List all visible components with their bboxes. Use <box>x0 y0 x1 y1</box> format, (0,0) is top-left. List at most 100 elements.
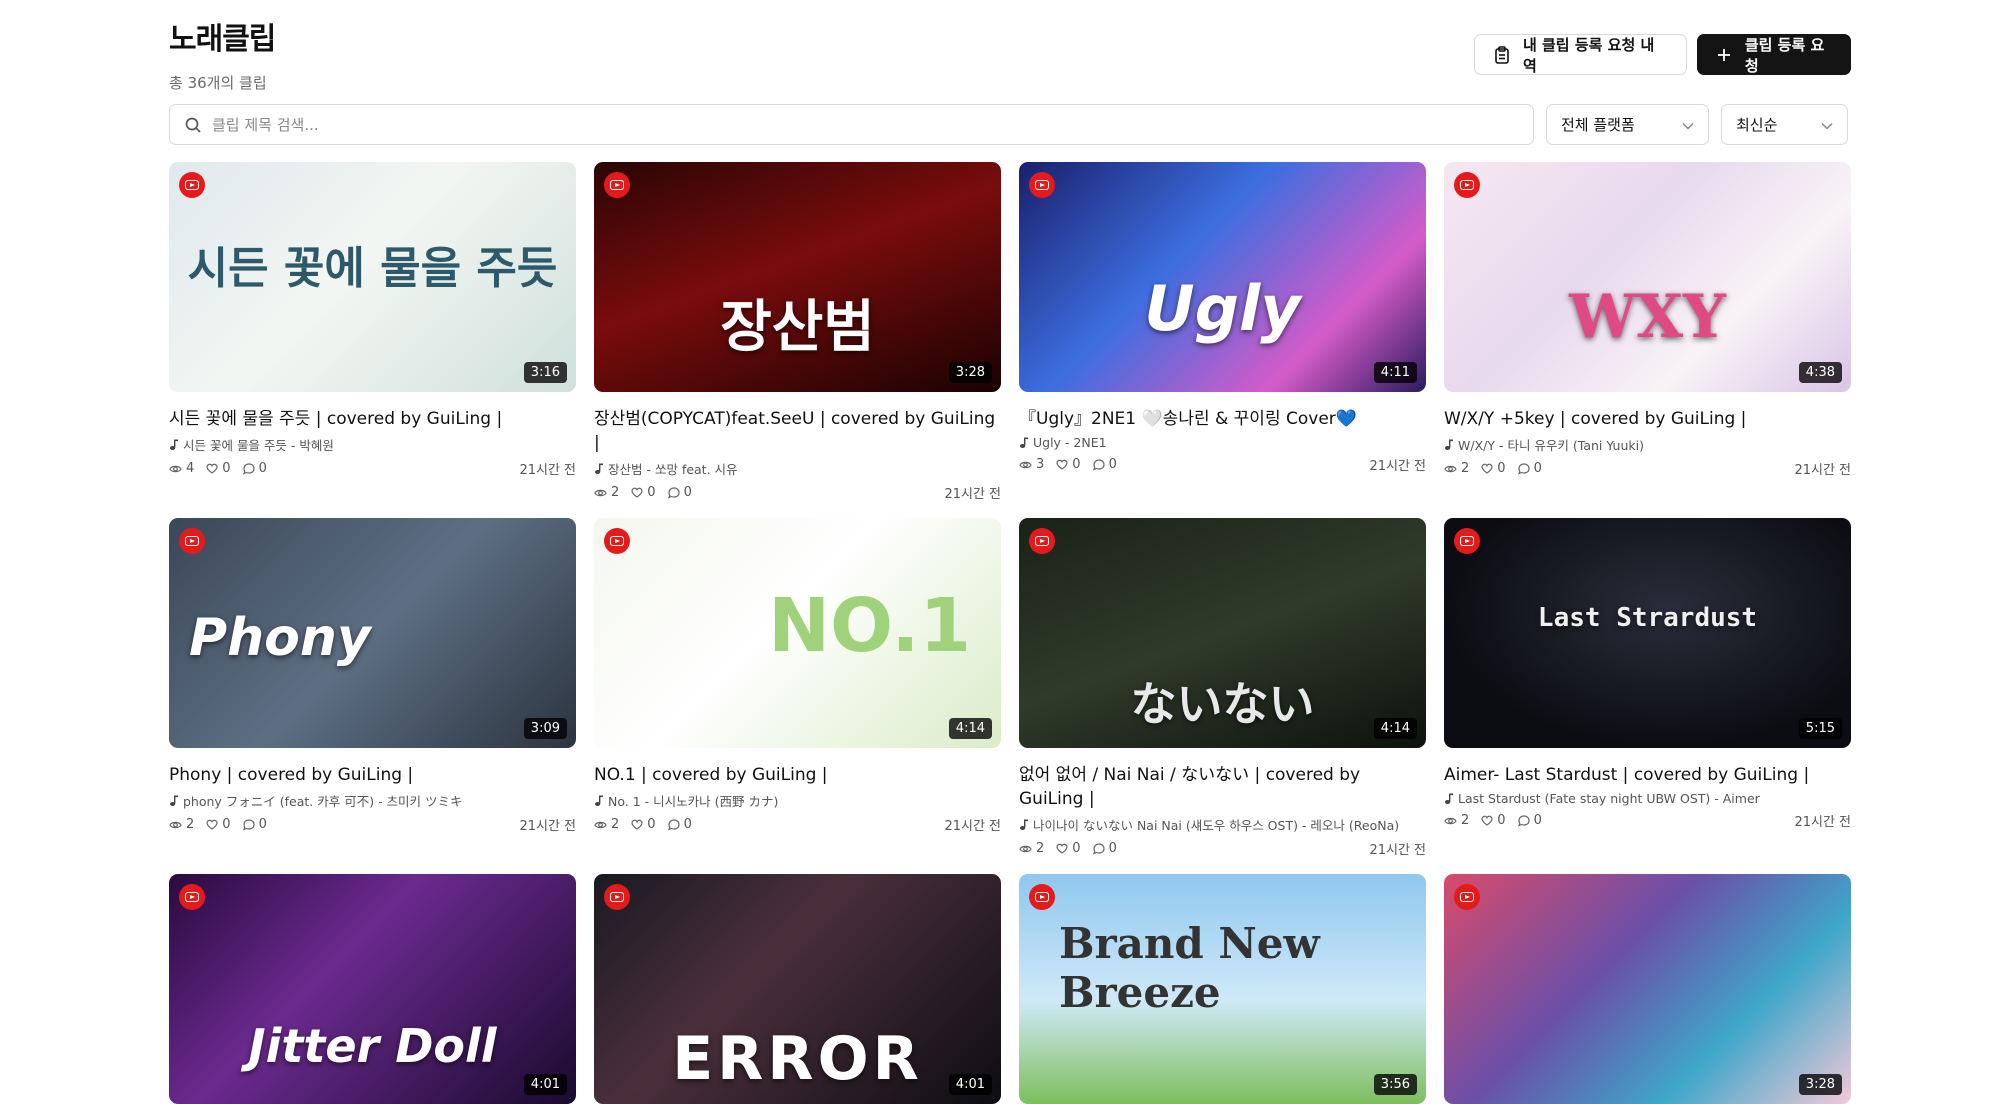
platform-select[interactable]: 전체 플랫폼 <box>1546 104 1709 145</box>
music-note-icon <box>1444 793 1454 805</box>
view-count: 2 <box>1444 813 1469 828</box>
like-count-value: 0 <box>1072 841 1081 856</box>
duration-badge: 3:09 <box>523 718 567 739</box>
clip-card[interactable]: Last Strardust 5:15 Aimer- Last Stardust |… <box>1444 518 1851 830</box>
view-count: 2 <box>1019 841 1044 856</box>
comment-icon <box>1517 462 1530 475</box>
like-count-value: 0 <box>1497 813 1506 828</box>
song-info: W/X/Y - 타니 유우키 (Tani Yuuki) <box>1444 435 1851 454</box>
clip-card[interactable]: 3:28 <box>1444 874 1851 1104</box>
music-note-icon <box>594 795 604 807</box>
posted-time: 21시간 전 <box>1794 463 1851 478</box>
clip-card[interactable]: ERROR 4:01 <box>594 874 1001 1104</box>
clip-card[interactable]: Brand New Breeze 3:56 <box>1019 874 1426 1104</box>
youtube-icon <box>1454 884 1480 910</box>
thumbnail-caption: ERROR <box>672 1024 923 1094</box>
youtube-icon <box>604 884 630 910</box>
clip-thumbnail[interactable]: 시든 꽃에 물을 주듯 3:16 <box>169 162 576 392</box>
heart-icon <box>206 463 218 474</box>
comment-icon <box>1517 814 1530 827</box>
duration-badge: 3:28 <box>1798 1074 1842 1095</box>
clip-card[interactable]: Phony 3:09 Phony | covered by GuiLing | pho… <box>169 518 576 834</box>
thumbnail-caption: Phony <box>189 608 371 668</box>
view-count: 2 <box>594 485 619 500</box>
clip-card[interactable]: 시든 꽃에 물을 주듯 3:16 시든 꽃에 물을 주듯 | covered by … <box>169 162 576 478</box>
register-clip-button[interactable]: 클립 등록 요청 <box>1697 34 1851 75</box>
eye-icon <box>1019 844 1032 854</box>
comment-count-value: 0 <box>1108 457 1117 472</box>
song-info: No. 1 - 니시노카나 (西野 カナ) <box>594 791 1001 810</box>
clip-thumbnail[interactable]: Jitter Doll 4:01 <box>169 874 576 1104</box>
register-clip-label: 클립 등록 요청 <box>1744 35 1825 75</box>
posted-time: 21시간 전 <box>1794 815 1851 830</box>
search-box[interactable] <box>169 104 1534 145</box>
like-count[interactable]: 0 <box>631 817 656 832</box>
eye-icon <box>1444 464 1457 474</box>
view-count-value: 2 <box>1461 813 1470 828</box>
like-count[interactable]: 0 <box>206 461 231 476</box>
clip-thumbnail[interactable]: WXY 4:38 <box>1444 162 1851 392</box>
clip-stats: 2 0 0 21시간 전 <box>594 815 1001 834</box>
clip-thumbnail[interactable]: Phony 3:09 <box>169 518 576 748</box>
clip-title[interactable]: 『Ugly』2NE1 🤍송나린 & 꾸이링 Cover💙 <box>1019 407 1426 431</box>
clip-title[interactable]: W/X/Y +5key | covered by GuiLing | <box>1444 407 1851 431</box>
clip-title[interactable]: Phony | covered by GuiLing | <box>169 763 576 787</box>
clip-title[interactable]: NO.1 | covered by GuiLing | <box>594 763 1001 787</box>
clip-stats: 3 0 0 21시간 전 <box>1019 455 1426 474</box>
clip-title[interactable]: 시든 꽃에 물을 주듯 | covered by GuiLing | <box>169 407 576 431</box>
clip-title[interactable]: 장산범(COPYCAT)feat.SeeU | covered by GuiLi… <box>594 407 1001 455</box>
clip-thumbnail[interactable]: 장산범 3:28 <box>594 162 1001 392</box>
heart-icon <box>631 487 643 498</box>
clip-thumbnail[interactable]: Ugly 4:11 <box>1019 162 1426 392</box>
clip-title[interactable]: Aimer- Last Stardust | covered by GuiLin… <box>1444 763 1851 787</box>
posted-time: 21시간 전 <box>519 463 576 478</box>
clip-thumbnail[interactable]: ないない 4:14 <box>1019 518 1426 748</box>
clip-thumbnail[interactable]: NO.1 4:14 <box>594 518 1001 748</box>
like-count[interactable]: 0 <box>1481 813 1506 828</box>
comment-count-value: 0 <box>683 485 692 500</box>
sort-select[interactable]: 최신순 <box>1721 104 1848 145</box>
clip-card[interactable]: 장산범 3:28 장산범(COPYCAT)feat.SeeU | covered b… <box>594 162 1001 502</box>
clip-thumbnail[interactable]: 3:28 <box>1444 874 1851 1104</box>
music-note-icon <box>1019 437 1029 449</box>
comment-icon <box>667 486 680 499</box>
song-info: 장산범 - 쏘망 feat. 시유 <box>594 459 1001 478</box>
comment-icon <box>1092 842 1105 855</box>
clip-card[interactable]: ないない 4:14 없어 없어 / Nai Nai / ないない | covered… <box>1019 518 1426 858</box>
comment-count: 0 <box>1517 461 1542 476</box>
view-count: 3 <box>1019 457 1044 472</box>
clip-card[interactable]: Ugly 4:11 『Ugly』2NE1 🤍송나린 & 꾸이링 Cover💙 Ugly… <box>1019 162 1426 474</box>
clip-thumbnail[interactable]: Brand New Breeze 3:56 <box>1019 874 1426 1104</box>
my-requests-button[interactable]: 내 클립 등록 요청 내역 <box>1474 34 1687 75</box>
clip-thumbnail[interactable]: ERROR 4:01 <box>594 874 1001 1104</box>
song-name: Ugly - 2NE1 <box>1033 435 1107 450</box>
like-count[interactable]: 0 <box>206 817 231 832</box>
eye-icon <box>594 488 607 498</box>
music-note-icon <box>1019 819 1029 831</box>
like-count[interactable]: 0 <box>1481 461 1506 476</box>
view-count: 2 <box>594 817 619 832</box>
thumbnail-caption: Jitter Doll <box>248 1019 497 1073</box>
like-count[interactable]: 0 <box>631 485 656 500</box>
comment-icon <box>242 818 255 831</box>
clip-card[interactable]: Jitter Doll 4:01 <box>169 874 576 1104</box>
clip-stats: 2 0 0 21시간 전 <box>1444 459 1851 478</box>
search-input[interactable] <box>212 115 1519 134</box>
like-count[interactable]: 0 <box>1056 457 1081 472</box>
eye-icon <box>169 820 182 830</box>
clip-stats: 4 0 0 21시간 전 <box>169 459 576 478</box>
song-name: 장산범 - 쏘망 feat. 시유 <box>608 462 738 477</box>
clip-card[interactable]: NO.1 4:14 NO.1 | covered by GuiLing | No. 1… <box>594 518 1001 834</box>
clip-thumbnail[interactable]: Last Strardust 5:15 <box>1444 518 1851 748</box>
clip-card[interactable]: WXY 4:38 W/X/Y +5key | covered by GuiLing … <box>1444 162 1851 478</box>
like-count[interactable]: 0 <box>1056 841 1081 856</box>
youtube-icon <box>1454 172 1480 198</box>
posted-time: 21시간 전 <box>519 819 576 834</box>
youtube-icon <box>179 172 205 198</box>
view-count-value: 2 <box>611 485 620 500</box>
clip-title[interactable]: 없어 없어 / Nai Nai / ないない | covered by GuiL… <box>1019 763 1426 811</box>
song-name: W/X/Y - 타니 유우키 (Tani Yuuki) <box>1458 438 1644 453</box>
platform-select-value: 전체 플랫폼 <box>1561 116 1635 134</box>
like-count-value: 0 <box>222 817 231 832</box>
thumbnail-caption: 시든 꽃에 물을 주듯 <box>187 243 558 294</box>
